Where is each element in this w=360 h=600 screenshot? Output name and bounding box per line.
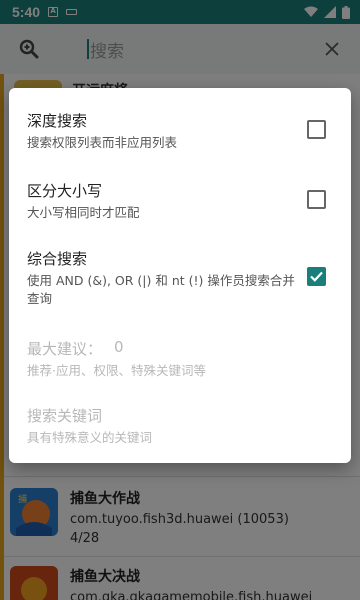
option-description: 大小写相同时才匹配 bbox=[27, 205, 140, 220]
max-suggestions-value: 0 bbox=[114, 338, 124, 356]
option-deep-search[interactable]: 深度搜索 搜索权限列表而非应用列表 bbox=[9, 110, 351, 154]
deep-search-checkbox[interactable] bbox=[307, 120, 326, 139]
option-search-keywords: 搜索关键词 具有特殊意义的关键词 bbox=[9, 405, 351, 445]
option-case-sensitive[interactable]: 区分大小写 大小写相同时才匹配 bbox=[9, 180, 351, 224]
option-title: 综合搜索 bbox=[27, 250, 88, 268]
combined-search-checkbox[interactable] bbox=[307, 267, 326, 286]
option-title: 最大建议： bbox=[27, 340, 103, 358]
option-title: 区分大小写 bbox=[27, 182, 103, 200]
option-description: 使用 AND (&), OR (|) 和 nt (!) 操作员搜索合并查询 bbox=[27, 273, 295, 306]
option-title: 深度搜索 bbox=[27, 112, 88, 130]
option-max-suggestions: 最大建议： 0 推荐·应用、权限、特殊关键词等 bbox=[9, 338, 351, 378]
search-options-dialog: 深度搜索 搜索权限列表而非应用列表 区分大小写 大小写相同时才匹配 综合搜索 使… bbox=[9, 88, 351, 463]
option-description: 推荐·应用、权限、特殊关键词等 bbox=[27, 363, 206, 378]
option-description: 搜索权限列表而非应用列表 bbox=[27, 135, 178, 150]
option-title: 搜索关键词 bbox=[27, 407, 103, 425]
option-combined-search[interactable]: 综合搜索 使用 AND (&), OR (|) 和 nt (!) 操作员搜索合并… bbox=[9, 248, 351, 308]
check-icon bbox=[310, 271, 323, 282]
case-sensitive-checkbox[interactable] bbox=[307, 190, 326, 209]
option-description: 具有特殊意义的关键词 bbox=[27, 430, 153, 445]
